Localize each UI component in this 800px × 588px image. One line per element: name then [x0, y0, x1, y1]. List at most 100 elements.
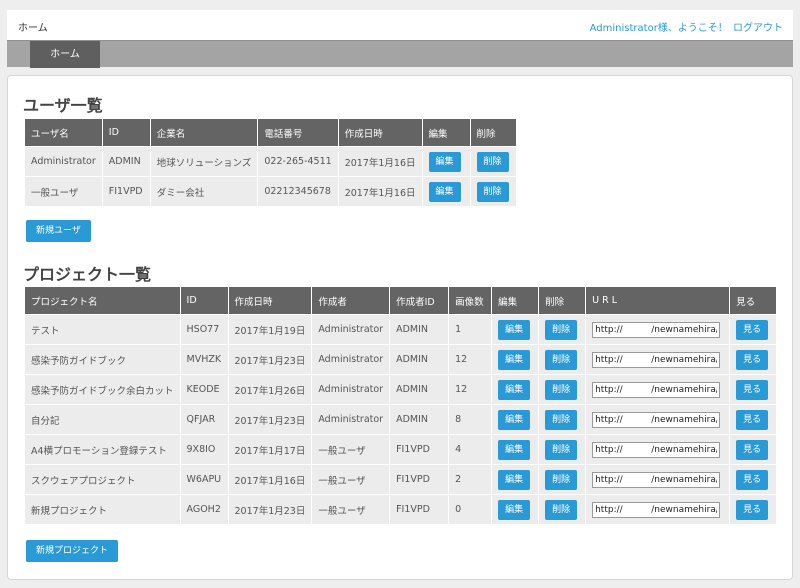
delete-button[interactable]: 削除 [545, 379, 578, 400]
url-field[interactable] [592, 441, 721, 458]
url-field[interactable] [592, 351, 721, 368]
project-name: 感染予防ガイドブック [24, 344, 181, 375]
column-header: プロジェクト名 [24, 286, 181, 315]
image-count: 12 [448, 344, 493, 375]
url-cell [585, 374, 731, 405]
view-button[interactable]: 見る [736, 439, 769, 460]
project-id: MVHZK [179, 344, 229, 375]
edit-button[interactable]: 編集 [498, 439, 531, 460]
url-field[interactable] [592, 471, 721, 488]
project-name: 自分記 [24, 404, 181, 435]
edit-button[interactable]: 編集 [428, 151, 461, 172]
delete-cell: 削除 [538, 494, 587, 525]
project-name: 新規プロジェクト [24, 494, 181, 525]
edit-button[interactable]: 編集 [498, 379, 531, 400]
project-table: プロジェクト名 ID 作成日時 作成者 作成者ID 画像数 編集 削除 U R … [24, 286, 778, 525]
view-button[interactable]: 見る [736, 349, 769, 370]
url-cell [585, 314, 731, 345]
edit-button[interactable]: 編集 [498, 349, 531, 370]
column-header: 作成日時 [337, 118, 423, 147]
image-count: 2 [448, 464, 493, 495]
user-table: ユーザ名 ID 企業名 電話番号 作成日時 編集 削除 Administrato… [24, 118, 517, 207]
author-name: Administrator [311, 344, 391, 375]
created-date: 2017年1月16日 [337, 146, 423, 177]
delete-cell: 削除 [538, 464, 587, 495]
author-name: Administrator [311, 374, 391, 405]
author-name: Administrator [311, 314, 391, 345]
url-field[interactable] [592, 381, 721, 398]
tab-home[interactable]: ホーム [30, 41, 100, 68]
user-id: ADMIN [101, 146, 151, 177]
author-id: ADMIN [389, 314, 450, 345]
project-name: スクウェアプロジェクト [24, 464, 181, 495]
author-id: ADMIN [389, 404, 450, 435]
new-project-button[interactable]: 新規プロジェクト [26, 540, 119, 562]
delete-button[interactable]: 削除 [545, 499, 578, 520]
delete-button[interactable]: 削除 [545, 319, 578, 340]
edit-cell: 編集 [491, 464, 540, 495]
table-row: 一般ユーザ FI1VPD ダミー会社 02212345678 2017年1月16… [24, 176, 517, 207]
project-name: テスト [24, 314, 181, 345]
delete-cell: 削除 [538, 404, 587, 435]
column-header: 削除 [538, 286, 587, 315]
view-button[interactable]: 見る [736, 379, 769, 400]
delete-button[interactable]: 削除 [545, 469, 578, 490]
company-name: 地球ソリューションズ [149, 146, 259, 177]
created-date: 2017年1月23日 [227, 494, 313, 525]
project-id: 9X8IO [179, 434, 229, 465]
column-header: 作成者ID [389, 286, 450, 315]
delete-button[interactable]: 削除 [545, 349, 578, 370]
project-id: QFJAR [179, 404, 229, 435]
column-header: U R L [585, 286, 731, 315]
site-title: ホーム [18, 23, 48, 34]
view-button[interactable]: 見る [736, 499, 769, 520]
table-row: 新規プロジェクト AGOH2 2017年1月23日 一般ユーザ FI1VPD 0… [24, 494, 778, 525]
user-list-title: ユーザ一覧 [23, 96, 103, 115]
view-button[interactable]: 見る [736, 319, 769, 340]
project-id: KEODE [179, 374, 229, 405]
image-count: 1 [448, 314, 493, 345]
phone-number: 022-265-4511 [257, 146, 339, 177]
edit-button[interactable]: 編集 [498, 469, 531, 490]
created-date: 2017年1月16日 [227, 464, 313, 495]
table-row: 感染予防ガイドブック MVHZK 2017年1月23日 Administrato… [24, 344, 778, 375]
view-button[interactable]: 見る [736, 469, 769, 490]
delete-button[interactable]: 削除 [545, 439, 578, 460]
project-name: 感染予防ガイドブック余白カット [24, 374, 181, 405]
created-date: 2017年1月26日 [227, 374, 313, 405]
author-id: FI1VPD [389, 464, 450, 495]
new-user-button[interactable]: 新規ユーザ [26, 220, 91, 242]
delete-cell: 削除 [469, 146, 517, 177]
author-id: ADMIN [389, 344, 450, 375]
edit-button[interactable]: 編集 [428, 181, 461, 202]
url-field[interactable] [592, 411, 721, 428]
edit-button[interactable]: 編集 [498, 319, 531, 340]
edit-button[interactable]: 編集 [498, 409, 531, 430]
logout-link[interactable]: ログアウト [733, 23, 783, 34]
edit-cell: 編集 [491, 374, 540, 405]
table-row: スクウェアプロジェクト W6APU 2017年1月16日 一般ユーザ FI1VP… [24, 464, 778, 495]
column-header: 画像数 [448, 286, 493, 315]
edit-cell: 編集 [491, 494, 540, 525]
url-field[interactable] [592, 501, 721, 518]
user-name: Administrator [24, 146, 103, 177]
created-date: 2017年1月17日 [227, 434, 313, 465]
author-name: 一般ユーザ [311, 434, 391, 465]
project-list-title: プロジェクト一覧 [23, 265, 152, 284]
delete-cell: 削除 [538, 344, 587, 375]
delete-cell: 削除 [469, 176, 517, 207]
author-name: 一般ユーザ [311, 494, 391, 525]
project-name: A4横プロモーション登録テスト [24, 434, 181, 465]
url-field[interactable] [592, 321, 721, 338]
table-row: A4横プロモーション登録テスト 9X8IO 2017年1月17日 一般ユーザ F… [24, 434, 778, 465]
delete-button[interactable]: 削除 [476, 151, 509, 172]
image-count: 12 [448, 374, 493, 405]
delete-button[interactable]: 削除 [545, 409, 578, 430]
delete-button[interactable]: 削除 [476, 181, 509, 202]
column-header: 作成日時 [227, 286, 313, 315]
view-button[interactable]: 見る [736, 409, 769, 430]
edit-button[interactable]: 編集 [498, 499, 531, 520]
user-id: FI1VPD [101, 176, 151, 207]
project-id: HSO77 [179, 314, 229, 345]
phone-number: 02212345678 [257, 176, 339, 207]
